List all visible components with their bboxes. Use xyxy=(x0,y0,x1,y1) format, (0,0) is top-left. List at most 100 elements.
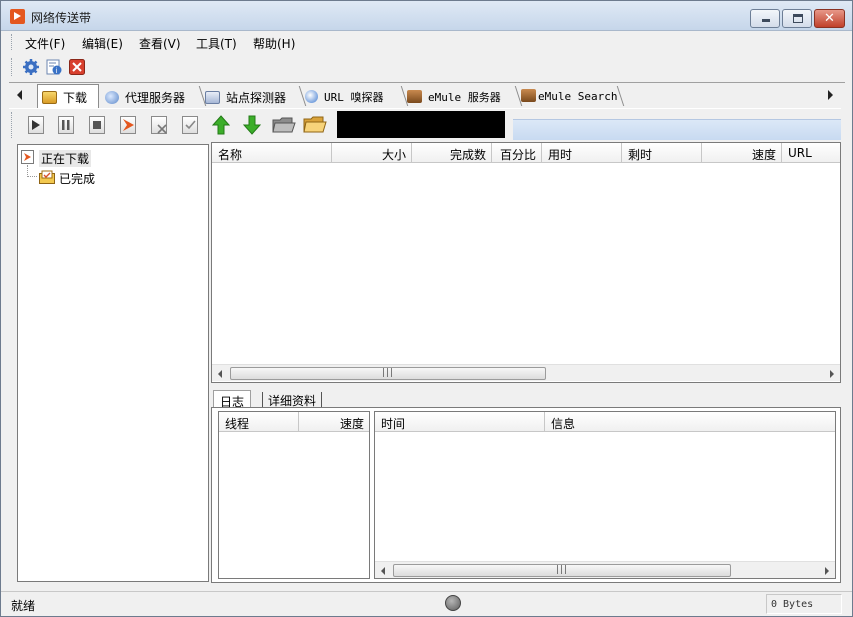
tree-connector xyxy=(27,176,37,177)
menu-help[interactable]: 帮助(H) xyxy=(253,35,295,52)
magnifier-icon xyxy=(305,90,318,103)
tab-emule-search[interactable]: eMule Search xyxy=(521,85,617,107)
completed-icon xyxy=(39,170,55,184)
column-percent[interactable]: 百分比 xyxy=(492,143,542,163)
delete-icon xyxy=(157,124,167,134)
tab-scroll-right-icon[interactable] xyxy=(828,90,833,100)
complete-button[interactable] xyxy=(179,114,201,136)
scroll-thumb[interactable]: ||| xyxy=(230,367,546,380)
menu-view[interactable]: 查看(V) xyxy=(139,35,181,52)
start-button[interactable] xyxy=(25,114,47,136)
log-list: 时间 信息 ||| xyxy=(374,411,836,579)
window-controls: ✕ xyxy=(748,9,845,28)
scroll-grip: ||| xyxy=(381,368,395,378)
tab-site-probe-label: 站点探测器 xyxy=(226,91,287,105)
title-bar: 网络传送带 ✕ xyxy=(1,1,852,31)
menu-tools[interactable]: 工具(T) xyxy=(196,35,237,52)
menu-edit[interactable]: 编辑(E) xyxy=(82,35,123,52)
column-elapsed[interactable]: 用时 xyxy=(542,143,622,163)
main-tab-bar: 下载 代理服务器 站点探测器 URL 嗅探器 eMule 服务器 eMule S… xyxy=(9,82,845,108)
tab-site-probe[interactable]: 站点探测器 xyxy=(205,85,286,107)
column-thread[interactable]: 线程 xyxy=(219,412,299,432)
open-folder-icon[interactable] xyxy=(272,114,296,136)
new-task-button[interactable] xyxy=(117,114,139,136)
tab-download-label: 下载 xyxy=(63,91,88,105)
tab-download[interactable]: 下载 xyxy=(37,84,99,108)
scroll-left-icon[interactable] xyxy=(218,370,222,378)
scroll-right-icon[interactable] xyxy=(830,370,834,378)
thread-list: 线程 速度 xyxy=(218,411,370,579)
scroll-thumb[interactable]: ||| xyxy=(393,564,731,577)
column-remaining[interactable]: 剩时 xyxy=(622,143,702,163)
connection-status-light-icon xyxy=(445,595,461,611)
category-tree: 正在下载 已完成 xyxy=(17,144,209,582)
tab-url-sniffer[interactable]: URL 嗅探器 xyxy=(305,85,384,107)
menu-file[interactable]: 文件(F) xyxy=(25,35,65,52)
info-icon[interactable]: i xyxy=(46,59,62,75)
stop-icon xyxy=(93,121,101,129)
tree-item-downloading[interactable]: 正在下载 xyxy=(39,150,92,167)
folder-icon[interactable] xyxy=(303,114,327,136)
minimize-icon xyxy=(762,19,770,22)
column-speed[interactable]: 速度 xyxy=(702,143,782,163)
maximize-button[interactable] xyxy=(782,9,812,28)
list-header: 名称 大小 完成数 百分比 用时 剩时 速度 URL xyxy=(212,143,840,163)
quick-toolbar: i xyxy=(1,53,93,81)
pause-icon xyxy=(62,120,70,130)
scroll-right-icon[interactable] xyxy=(825,567,829,575)
log-list-header: 时间 信息 xyxy=(375,412,835,432)
main-window: 网络传送带 ✕ 文件(F) 编辑(E) 查看(V) 工具(T) 帮助(H) i xyxy=(0,0,853,617)
tab-proxy-servers[interactable]: 代理服务器 xyxy=(105,85,185,107)
column-thread-speed[interactable]: 速度 xyxy=(299,412,369,432)
settings-gear-icon[interactable] xyxy=(23,59,39,75)
quickbar-grip[interactable] xyxy=(11,58,14,76)
tab-emule-search-label: eMule Search xyxy=(538,90,618,103)
toolbar-background-strip xyxy=(513,119,841,140)
downloading-icon xyxy=(21,150,34,164)
column-size[interactable]: 大小 xyxy=(332,143,412,163)
tab-emule-servers[interactable]: eMule 服务器 xyxy=(407,85,501,107)
tab-emule-servers-label: eMule 服务器 xyxy=(428,91,501,104)
column-time[interactable]: 时间 xyxy=(375,412,545,432)
window-title: 网络传送带 xyxy=(31,11,92,25)
list-horizontal-scrollbar[interactable]: ||| xyxy=(212,364,840,381)
tab-scroll-left-icon[interactable] xyxy=(17,90,22,100)
toolbar-grip[interactable] xyxy=(11,112,14,138)
column-info[interactable]: 信息 xyxy=(545,412,835,432)
check-icon xyxy=(185,120,196,130)
scroll-left-icon[interactable] xyxy=(381,567,385,575)
maximize-icon xyxy=(793,14,803,23)
tab-proxy-servers-label: 代理服务器 xyxy=(125,91,186,105)
column-name[interactable]: 名称 xyxy=(212,143,332,163)
download-list: 名称 大小 完成数 百分比 用时 剩时 速度 URL ||| xyxy=(211,142,841,383)
status-bar: 就绪 0 Bytes xyxy=(1,591,852,616)
tab-divider xyxy=(321,392,322,408)
move-up-arrow-icon[interactable] xyxy=(210,114,232,136)
stop-button[interactable] xyxy=(86,114,108,136)
log-horizontal-scrollbar[interactable]: ||| xyxy=(375,561,835,578)
menubar-grip[interactable] xyxy=(11,34,14,50)
close-red-icon[interactable] xyxy=(69,59,85,75)
close-icon: ✕ xyxy=(824,11,835,26)
new-task-icon xyxy=(123,119,134,131)
scroll-grip: ||| xyxy=(555,565,569,575)
column-done-count[interactable]: 完成数 xyxy=(412,143,492,163)
download-folder-icon xyxy=(42,91,57,104)
app-logo-icon xyxy=(10,9,25,24)
bottom-panel: 线程 速度 时间 信息 ||| xyxy=(211,407,841,583)
pause-button[interactable] xyxy=(55,114,77,136)
globe-icon xyxy=(105,91,119,104)
minimize-button[interactable] xyxy=(750,9,780,28)
start-icon xyxy=(32,120,40,130)
emule-mule-icon xyxy=(407,90,422,103)
emule-mule-icon xyxy=(521,89,536,102)
delete-button[interactable] xyxy=(148,114,170,136)
speed-graph-display xyxy=(337,111,505,138)
move-down-arrow-icon[interactable] xyxy=(241,114,263,136)
tree-item-completed[interactable]: 已完成 xyxy=(59,170,95,187)
column-url[interactable]: URL xyxy=(782,143,840,163)
action-toolbar xyxy=(9,108,841,140)
svg-text:i: i xyxy=(56,67,58,75)
close-button[interactable]: ✕ xyxy=(814,9,845,28)
status-bytes: 0 Bytes xyxy=(766,594,842,614)
